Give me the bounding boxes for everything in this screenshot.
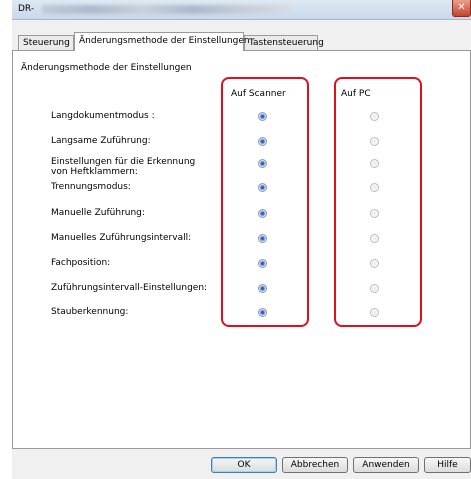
radio-pc-zufuehrungsintervall-einstellungen[interactable] [370, 284, 379, 293]
radio-pc-stauberkennung[interactable] [370, 308, 379, 317]
row-label-langsame-zufuehrung: Langsame Zuführung: [51, 136, 151, 146]
row-label-langdokumentmodus: Langdokumentmodus : [51, 111, 155, 121]
tab-panel: Änderungsmethode der Einstellungen Auf S… [12, 50, 471, 449]
radio-scanner-zufuehrungsintervall[interactable] [258, 234, 267, 243]
ok-button[interactable]: OK [211, 457, 277, 473]
row-label-stauberkennung: Stauberkennung: [51, 307, 129, 317]
radio-scanner-stauberkennung[interactable] [258, 308, 267, 317]
radio-scanner-trennungsmodus[interactable] [258, 183, 267, 192]
radio-pc-trennungsmodus[interactable] [370, 183, 379, 192]
tab-tastensteuerung[interactable]: Tastensteuerung [244, 35, 324, 50]
radio-pc-heftklammern[interactable] [370, 159, 379, 168]
radio-scanner-heftklammern[interactable] [258, 159, 267, 168]
apply-button[interactable]: Anwenden [353, 457, 419, 473]
close-icon: ✕ [457, 2, 466, 13]
radio-scanner-zufuehrungsintervall-einstellungen[interactable] [258, 284, 267, 293]
radio-pc-manuelle-zufuehrung[interactable] [370, 209, 379, 218]
row-label-trennungsmodus: Trennungsmodus: [51, 182, 131, 192]
help-button[interactable]: Hilfe [424, 457, 471, 473]
section-title: Änderungsmethode der Einstellungen [21, 63, 192, 73]
radio-pc-langsame-zufuehrung[interactable] [370, 137, 379, 146]
row-label-fachposition: Fachposition: [51, 258, 111, 268]
window-title: DR- [18, 4, 35, 14]
left-strip [0, 0, 12, 479]
radio-scanner-langdokumentmodus[interactable] [258, 112, 267, 121]
settings-dialog: DR- ✕ Steuerung Änderungsmethode der Ein… [12, 0, 471, 479]
title-bar[interactable]: DR- ✕ [12, 0, 471, 20]
tab-aenderungsmethode[interactable]: Änderungsmethode der Einstellungen [74, 32, 250, 51]
radio-scanner-langsame-zufuehrung[interactable] [258, 137, 267, 146]
cancel-button[interactable]: Abbrechen [282, 457, 348, 473]
tab-steuerung[interactable]: Steuerung [18, 35, 74, 50]
row-label-zufuehrungsintervall: Manuelles Zuführungsintervall: [51, 233, 192, 243]
column-header-scanner: Auf Scanner [231, 89, 286, 99]
title-obscured-text [42, 5, 292, 14]
radio-pc-fachposition[interactable] [370, 259, 379, 268]
radio-pc-langdokumentmodus[interactable] [370, 112, 379, 121]
column-header-pc: Auf PC [341, 89, 371, 99]
radio-scanner-fachposition[interactable] [258, 259, 267, 268]
row-label-zufuehrungsintervall-einstellungen: Zuführungsintervall-Einstellungen: [51, 283, 208, 293]
row-label-heftklammern: Einstellungen für die Erkennung von Heft… [51, 157, 196, 177]
radio-pc-zufuehrungsintervall[interactable] [370, 234, 379, 243]
row-label-manuelle-zufuehrung: Manuelle Zuführung: [51, 208, 145, 218]
radio-scanner-manuelle-zufuehrung[interactable] [258, 209, 267, 218]
close-button[interactable]: ✕ [452, 0, 471, 17]
